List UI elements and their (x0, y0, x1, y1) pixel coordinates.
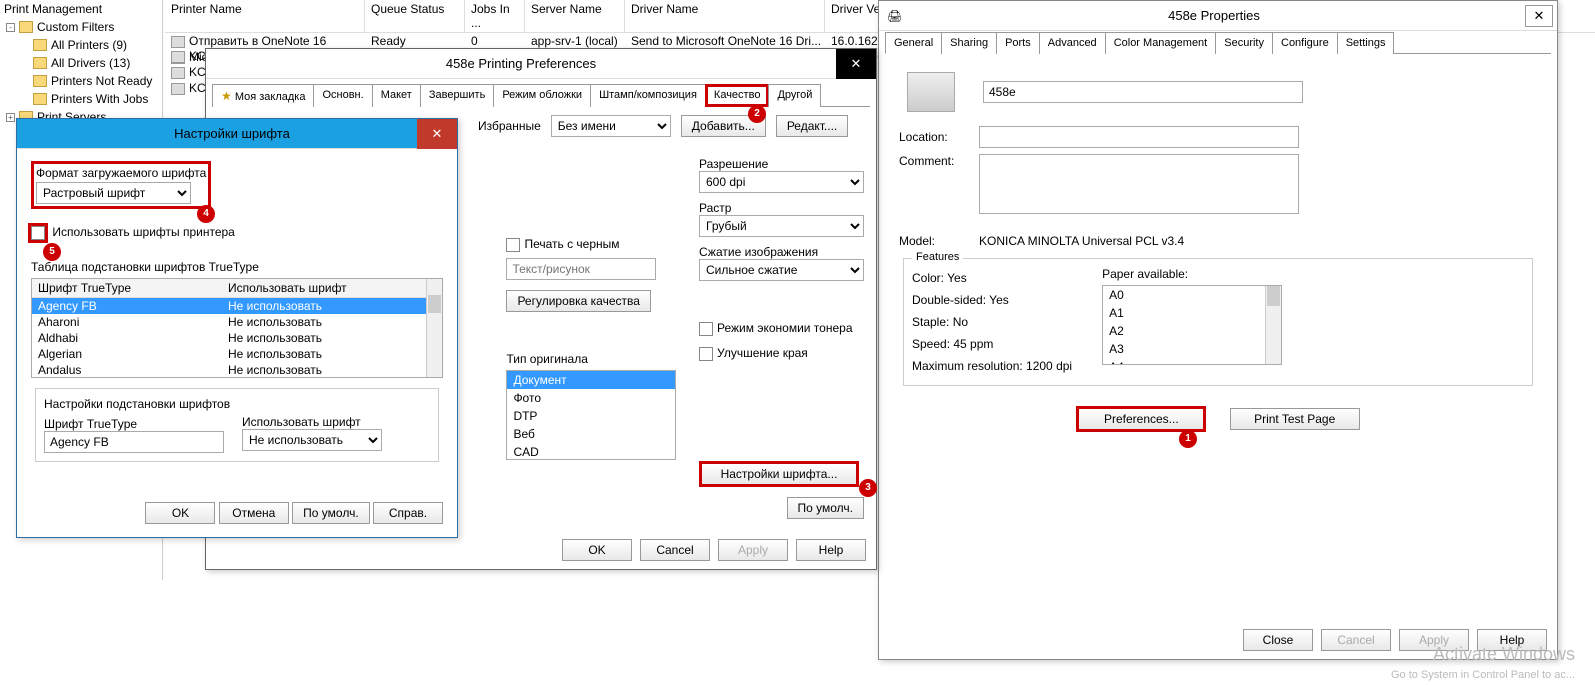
raster-label: Растр (699, 201, 864, 215)
default-button[interactable]: По умолч. (787, 497, 864, 519)
font-settings-dialog: Настройки шрифта ✕ Формат загружаемого ш… (16, 118, 458, 538)
tab[interactable]: Основн. (313, 84, 372, 107)
cancel-button[interactable]: Отмена (219, 502, 289, 524)
watermark-sub: Go to System in Control Panel to ac... (1391, 669, 1575, 681)
apply-button: Apply (718, 539, 788, 561)
format-label: Формат загружаемого шрифта (36, 166, 206, 180)
tab[interactable]: Режим обложки (493, 84, 591, 107)
tree-header: Print Management (0, 0, 162, 18)
use-select[interactable]: Не использовать (242, 429, 382, 451)
format-select[interactable]: Растровый шрифт (36, 182, 191, 204)
tree-item[interactable]: Printers Not Ready (0, 72, 162, 90)
paper-label: Paper available: (1102, 267, 1282, 281)
resolution-select[interactable]: 600 dpi (699, 171, 864, 193)
scrollbar[interactable] (1265, 286, 1281, 364)
badge-2: 2 (748, 105, 766, 123)
comment-label: Comment: (899, 154, 979, 168)
model-label: Model: (899, 234, 979, 248)
badge-3: 3 (859, 479, 877, 497)
column-header[interactable]: Jobs In ... (465, 0, 525, 32)
features-group: Features (912, 251, 963, 263)
favorites-label: Избранные (478, 119, 541, 133)
location-label: Location: (899, 130, 979, 144)
printer-image (907, 72, 955, 112)
apply-button: Apply (1399, 629, 1469, 651)
resolution-label: Разрешение (699, 157, 864, 171)
tt-label: Шрифт TrueType (44, 417, 232, 431)
tab[interactable]: Качество (705, 84, 770, 107)
close-button[interactable]: ✕ (836, 49, 876, 79)
column-header[interactable]: Driver Name (625, 0, 825, 32)
tab-advanced[interactable]: Advanced (1039, 32, 1106, 54)
edit-button[interactable]: Редакт.... (776, 115, 848, 137)
properties-dialog: 🖨 458e Properties ✕ GeneralSharingPortsA… (878, 0, 1558, 660)
tree-item[interactable]: All Drivers (13) (0, 54, 162, 72)
tree-item[interactable]: Printers With Jobs (0, 90, 162, 108)
tab-settings[interactable]: Settings (1337, 32, 1395, 54)
text-image-input (506, 258, 656, 280)
column-header[interactable]: Queue Status (365, 0, 465, 32)
scrollbar[interactable] (426, 279, 442, 377)
tab-color management[interactable]: Color Management (1105, 32, 1217, 54)
tab-general[interactable]: General (885, 32, 942, 54)
paper-list[interactable]: A0A1A2A3A4 (1102, 285, 1282, 365)
cancel-button[interactable]: Cancel (640, 539, 710, 561)
model-value: KONICA MINOLTA Universal PCL v3.4 (979, 234, 1184, 248)
cancel-button: Cancel (1321, 629, 1391, 651)
printer-icon: 🖨 (887, 9, 907, 23)
tab[interactable]: Штамп/композиция (590, 84, 706, 107)
raster-select[interactable]: Грубый (699, 215, 864, 237)
tt-value (44, 431, 224, 453)
tab[interactable]: Другой (768, 84, 821, 107)
font-settings-button[interactable]: Настройки шрифта... (699, 461, 859, 487)
table-label: Таблица подстановки шрифтов TrueType (31, 260, 443, 274)
help-button[interactable]: Справ. (373, 502, 443, 524)
badge-5: 5 (43, 243, 61, 261)
font-dlg-title: Настройки шрифта (17, 126, 417, 141)
comment-input[interactable] (979, 154, 1299, 214)
close-button[interactable]: Close (1243, 629, 1313, 651)
print-black-checkbox[interactable] (506, 238, 520, 252)
default-button[interactable]: По умолч. (292, 502, 369, 524)
tab-security[interactable]: Security (1215, 32, 1273, 54)
tree-item[interactable]: All Printers (9) (0, 36, 162, 54)
use-printer-fonts-checkbox[interactable] (31, 226, 45, 240)
tab-ports[interactable]: Ports (996, 32, 1040, 54)
original-type-list[interactable]: ДокументФотоDTPВебCAD (506, 370, 676, 460)
ok-button[interactable]: OK (562, 539, 632, 561)
close-button[interactable]: ✕ (417, 119, 457, 149)
help-button[interactable]: Help (1477, 629, 1547, 651)
close-button[interactable]: ✕ (1525, 5, 1553, 27)
compression-label: Сжатие изображения (699, 245, 864, 259)
tab-configure[interactable]: Configure (1272, 32, 1338, 54)
tab-sharing[interactable]: Sharing (941, 32, 997, 54)
tab[interactable]: ★ Моя закладка (212, 84, 314, 107)
tree-item[interactable]: -Custom Filters (0, 18, 162, 36)
favorites-select[interactable]: Без имени (551, 115, 671, 137)
original-type-label: Тип оригинала (506, 352, 679, 366)
sub-label: Настройки подстановки шрифтов (44, 397, 232, 411)
location-input[interactable] (979, 126, 1299, 148)
properties-title: 458e Properties (907, 8, 1521, 23)
font-table[interactable]: Шрифт TrueTypeИспользовать шрифт Agency … (31, 278, 443, 378)
toner-save-checkbox[interactable] (699, 322, 713, 336)
compression-select[interactable]: Сильное сжатие (699, 259, 864, 281)
printer-name-input[interactable] (983, 81, 1303, 103)
badge-4: 4 (197, 205, 215, 223)
print-test-button[interactable]: Print Test Page (1230, 408, 1360, 430)
badge-1: 1 (1179, 430, 1197, 448)
preferences-button[interactable]: Preferences... (1076, 406, 1206, 432)
pref-title: 458e Printing Preferences (206, 56, 836, 71)
tab[interactable]: Макет (372, 84, 421, 107)
quality-button[interactable]: Регулировка качества (506, 290, 650, 312)
use-label: Использовать шрифт (242, 415, 430, 429)
ok-button[interactable]: OK (145, 502, 215, 524)
column-header[interactable]: Printer Name (165, 0, 365, 32)
edge-enhance-checkbox[interactable] (699, 347, 713, 361)
help-button[interactable]: Help (796, 539, 866, 561)
column-header[interactable]: Server Name (525, 0, 625, 32)
tab[interactable]: Завершить (420, 84, 494, 107)
